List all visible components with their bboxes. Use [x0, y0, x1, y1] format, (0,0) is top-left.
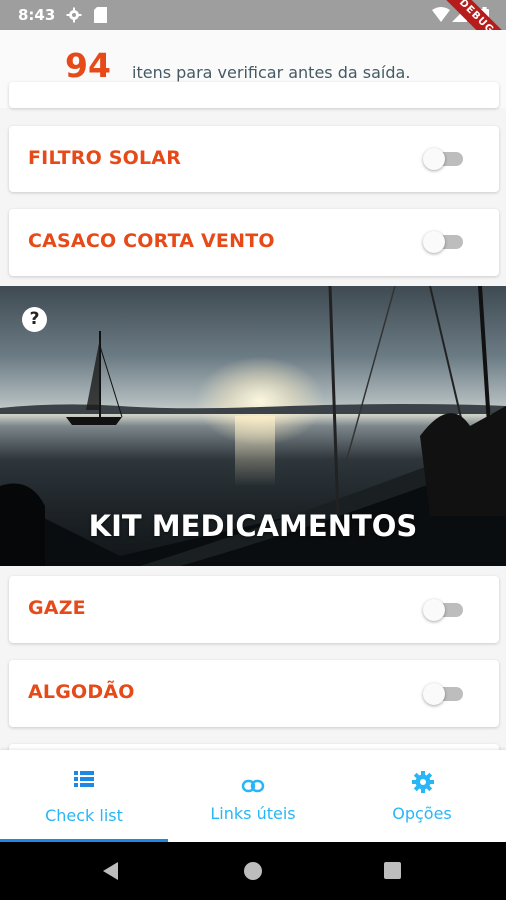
item-toggle[interactable] [423, 148, 463, 170]
item-toggle[interactable] [423, 599, 463, 621]
item-toggle[interactable] [423, 231, 463, 253]
pending-count-label: itens para verificar antes da saída. [132, 63, 411, 82]
wifi-icon [432, 7, 450, 22]
checklist-item-filtro-solar: FILTRO SOLAR [9, 126, 499, 192]
item-label: CASACO CORTA VENTO [28, 230, 275, 252]
toggle-knob [423, 599, 445, 621]
link-icon [241, 779, 265, 793]
item-label: GAZE [28, 597, 86, 619]
section-banner-kit-medicamentos: ? KIT MEDICAMENTOS [0, 286, 506, 566]
checklist-item-gaze: GAZE [9, 576, 499, 643]
back-icon[interactable] [103, 862, 118, 880]
toggle-knob [423, 148, 445, 170]
status-time: 8:43 [18, 6, 56, 24]
nav-tab-check-list[interactable]: Check list [0, 750, 168, 842]
item-label: ALGODÃO [28, 681, 135, 703]
toggle-knob [423, 683, 445, 705]
list-icon [74, 771, 94, 787]
toggle-knob [423, 231, 445, 253]
status-bar: 8:43 DEBUG [0, 0, 506, 66]
help-icon[interactable]: ? [22, 307, 47, 332]
nav-tab-links-uteis[interactable]: Links úteis [169, 750, 337, 842]
bottom-navigation: Check list Links úteis Opções [0, 750, 506, 842]
nav-label: Opções [392, 804, 452, 823]
system-navigation-bar [0, 842, 506, 900]
home-icon[interactable] [244, 862, 262, 880]
gear-icon [412, 771, 434, 793]
checklist-item-casaco-corta-vento: CASACO CORTA VENTO [9, 209, 499, 276]
section-title: KIT MEDICAMENTOS [88, 509, 418, 543]
recents-icon[interactable] [384, 862, 401, 879]
pending-count: 94 [65, 46, 111, 85]
sd-card-icon [94, 7, 107, 23]
gear-icon [66, 7, 82, 23]
checklist-item-algodao: ALGODÃO [9, 660, 499, 727]
item-label: FILTRO SOLAR [28, 147, 182, 169]
nav-tab-opcoes[interactable]: Opções [338, 750, 506, 842]
nav-label: Links úteis [210, 804, 296, 823]
nav-label: Check list [45, 806, 123, 825]
list-item [9, 82, 499, 108]
item-toggle[interactable] [423, 683, 463, 705]
